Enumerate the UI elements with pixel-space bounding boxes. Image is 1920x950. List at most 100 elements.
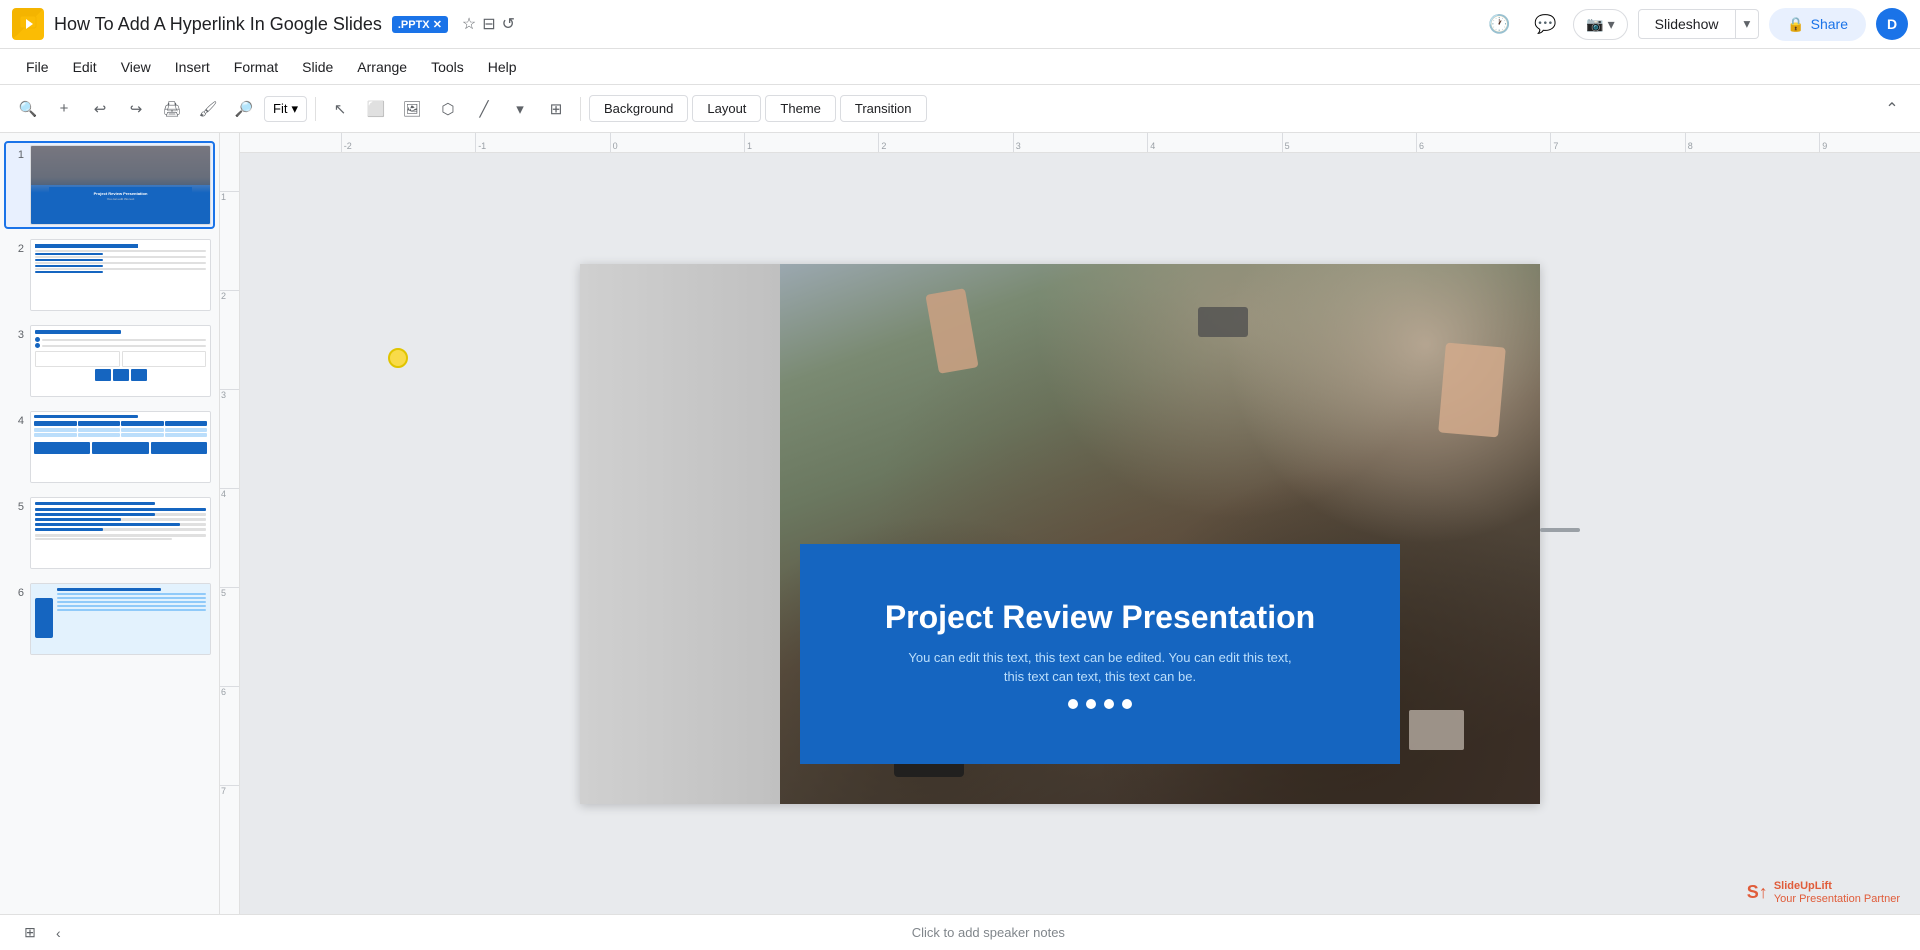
- ruler-tick-v: 5: [220, 587, 239, 598]
- share-button[interactable]: 🔒 Share: [1769, 8, 1866, 41]
- camera-dropdown: ▾: [1608, 16, 1615, 33]
- top-right-actions: 🕐 💬 📷 ▾ Slideshow ▾ 🔒 Share D: [1481, 6, 1908, 42]
- dot-2: [1086, 699, 1096, 709]
- menu-insert[interactable]: Insert: [165, 55, 220, 79]
- top-bar: How To Add A Hyperlink In Google Slides …: [0, 0, 1920, 49]
- speaker-notes[interactable]: Click to add speaker notes: [73, 925, 1904, 940]
- slide-dot-indicators: [1068, 699, 1132, 709]
- camera-icon: 📷: [1586, 16, 1603, 33]
- slide-preview-1: Project Review Presentation You can edit…: [30, 145, 211, 225]
- ruler-tick: 5: [1282, 133, 1290, 152]
- cursor-indicator: [388, 348, 408, 368]
- star-icon[interactable]: ☆: [462, 14, 476, 34]
- comments-btn[interactable]: 💬: [1527, 6, 1563, 42]
- layout-btn[interactable]: Layout: [692, 95, 761, 122]
- slide-preview-5: [30, 497, 211, 569]
- keep-icon[interactable]: ⊟: [482, 14, 495, 34]
- background-btn[interactable]: Background: [589, 95, 688, 122]
- ruler-tick-v: 2: [220, 290, 239, 301]
- select-btn[interactable]: ⬜: [360, 93, 392, 125]
- slide-thumb-1[interactable]: 1 Project Review Presentation You can ed…: [4, 141, 215, 229]
- print-btn[interactable]: 🖨: [156, 93, 188, 125]
- slide-canvas-area[interactable]: Project Review Presentation You can edit…: [240, 153, 1920, 914]
- menu-format[interactable]: Format: [224, 55, 288, 79]
- comment-insert-btn[interactable]: ⊞: [540, 93, 572, 125]
- undo-btn[interactable]: ↩: [84, 93, 116, 125]
- slide-number-5: 5: [8, 501, 24, 513]
- ruler-tick: 8: [1685, 133, 1693, 152]
- zoom-select[interactable]: Fit ▾: [264, 96, 307, 122]
- divider-2: [580, 97, 581, 121]
- history-icon2[interactable]: ↺: [502, 14, 515, 34]
- slide-gray-panel: [580, 264, 780, 804]
- cursor-btn[interactable]: ↖: [324, 93, 356, 125]
- slide-thumb-5[interactable]: 5: [4, 493, 215, 573]
- sidebar-collapse-btn[interactable]: ‹: [56, 925, 61, 941]
- line-btn[interactable]: ╱: [468, 93, 500, 125]
- menu-slide[interactable]: Slide: [292, 55, 343, 79]
- ruler-tick: 2: [878, 133, 886, 152]
- grid-view-btn[interactable]: ⊞: [16, 919, 44, 947]
- present-btn[interactable]: 📷 ▾: [1573, 9, 1627, 40]
- canvas-body: 1 2 3 4 5 6 7: [220, 153, 1920, 914]
- dot-3: [1104, 699, 1114, 709]
- menu-arrange[interactable]: Arrange: [347, 55, 417, 79]
- ruler-tick-v: 6: [220, 686, 239, 697]
- active-slide[interactable]: Project Review Presentation You can edit…: [580, 264, 1540, 804]
- scroll-indicator: [1540, 528, 1580, 532]
- main-area: 1 Project Review Presentation You can ed…: [0, 133, 1920, 914]
- lock-icon: 🔒: [1787, 16, 1804, 33]
- ruler-tick: -1: [475, 133, 486, 152]
- slide-preview-2: [30, 239, 211, 311]
- file-type-badge: .PPTX ✕: [392, 16, 448, 33]
- toolbar: 🔍 + ↩ ↪ 🖨 🖌 🔎 Fit ▾ ↖ ⬜ 🖼 ⬡ ╱ ▾ ⊞ Backgr…: [0, 85, 1920, 133]
- slideshow-button[interactable]: Slideshow: [1638, 9, 1736, 39]
- ruler-tick: 0: [610, 133, 618, 152]
- ruler-tick-v: 4: [220, 488, 239, 499]
- redo-btn[interactable]: ↪: [120, 93, 152, 125]
- horizontal-ruler-container: -2 -1 0 1 2 3 4 5 6 7 8 9: [220, 133, 1920, 153]
- search-btn[interactable]: 🔍: [12, 93, 44, 125]
- slideshow-dropdown-btn[interactable]: ▾: [1736, 9, 1760, 39]
- user-avatar[interactable]: D: [1876, 8, 1908, 40]
- ruler-tick-v: 1: [220, 191, 239, 202]
- slide-title: Project Review Presentation: [885, 599, 1315, 636]
- menu-file[interactable]: File: [16, 55, 59, 79]
- zoom-btn[interactable]: 🔎: [228, 93, 260, 125]
- slide-number-1: 1: [8, 149, 24, 161]
- toolbar-collapse-btn[interactable]: ⌃: [1876, 93, 1908, 125]
- ruler-corner: [220, 133, 240, 153]
- slide-number-2: 2: [8, 243, 24, 255]
- ruler-tick: 6: [1416, 133, 1424, 152]
- vertical-ruler: 1 2 3 4 5 6 7: [220, 153, 240, 914]
- image-btn[interactable]: 🖼: [396, 93, 428, 125]
- slide-thumb-6[interactable]: 6: [4, 579, 215, 659]
- shapes-btn[interactable]: ⬡: [432, 93, 464, 125]
- ruler-tick: 4: [1147, 133, 1155, 152]
- slide-blue-box[interactable]: Project Review Presentation You can edit…: [800, 544, 1400, 764]
- slide-thumb-3[interactable]: 3: [4, 321, 215, 401]
- menu-edit[interactable]: Edit: [63, 55, 107, 79]
- slide-thumb-2[interactable]: 2: [4, 235, 215, 315]
- history-btn[interactable]: 🕐: [1481, 6, 1517, 42]
- menu-tools[interactable]: Tools: [421, 55, 474, 79]
- dot-4: [1122, 699, 1132, 709]
- ruler-tick-v: 7: [220, 785, 239, 796]
- zoom-dropdown-icon: ▾: [291, 101, 298, 117]
- ruler-tick: 1: [744, 133, 752, 152]
- ruler-tick: 9: [1819, 133, 1827, 152]
- paint-format-btn[interactable]: 🖌: [192, 93, 224, 125]
- divider-1: [315, 97, 316, 121]
- menu-help[interactable]: Help: [478, 55, 527, 79]
- slide-number-6: 6: [8, 587, 24, 599]
- line-dropdown-btn[interactable]: ▾: [504, 93, 536, 125]
- slide-subtitle: You can edit this text, this text can be…: [908, 648, 1291, 687]
- slide-thumb-4[interactable]: 4: [4, 407, 215, 487]
- zoom-label: Fit: [273, 101, 287, 116]
- theme-btn[interactable]: Theme: [765, 95, 835, 122]
- ruler-tick: 3: [1013, 133, 1021, 152]
- menu-view[interactable]: View: [111, 55, 161, 79]
- slide-number-4: 4: [8, 415, 24, 427]
- transition-btn[interactable]: Transition: [840, 95, 927, 122]
- zoom-plus-btn[interactable]: +: [48, 93, 80, 125]
